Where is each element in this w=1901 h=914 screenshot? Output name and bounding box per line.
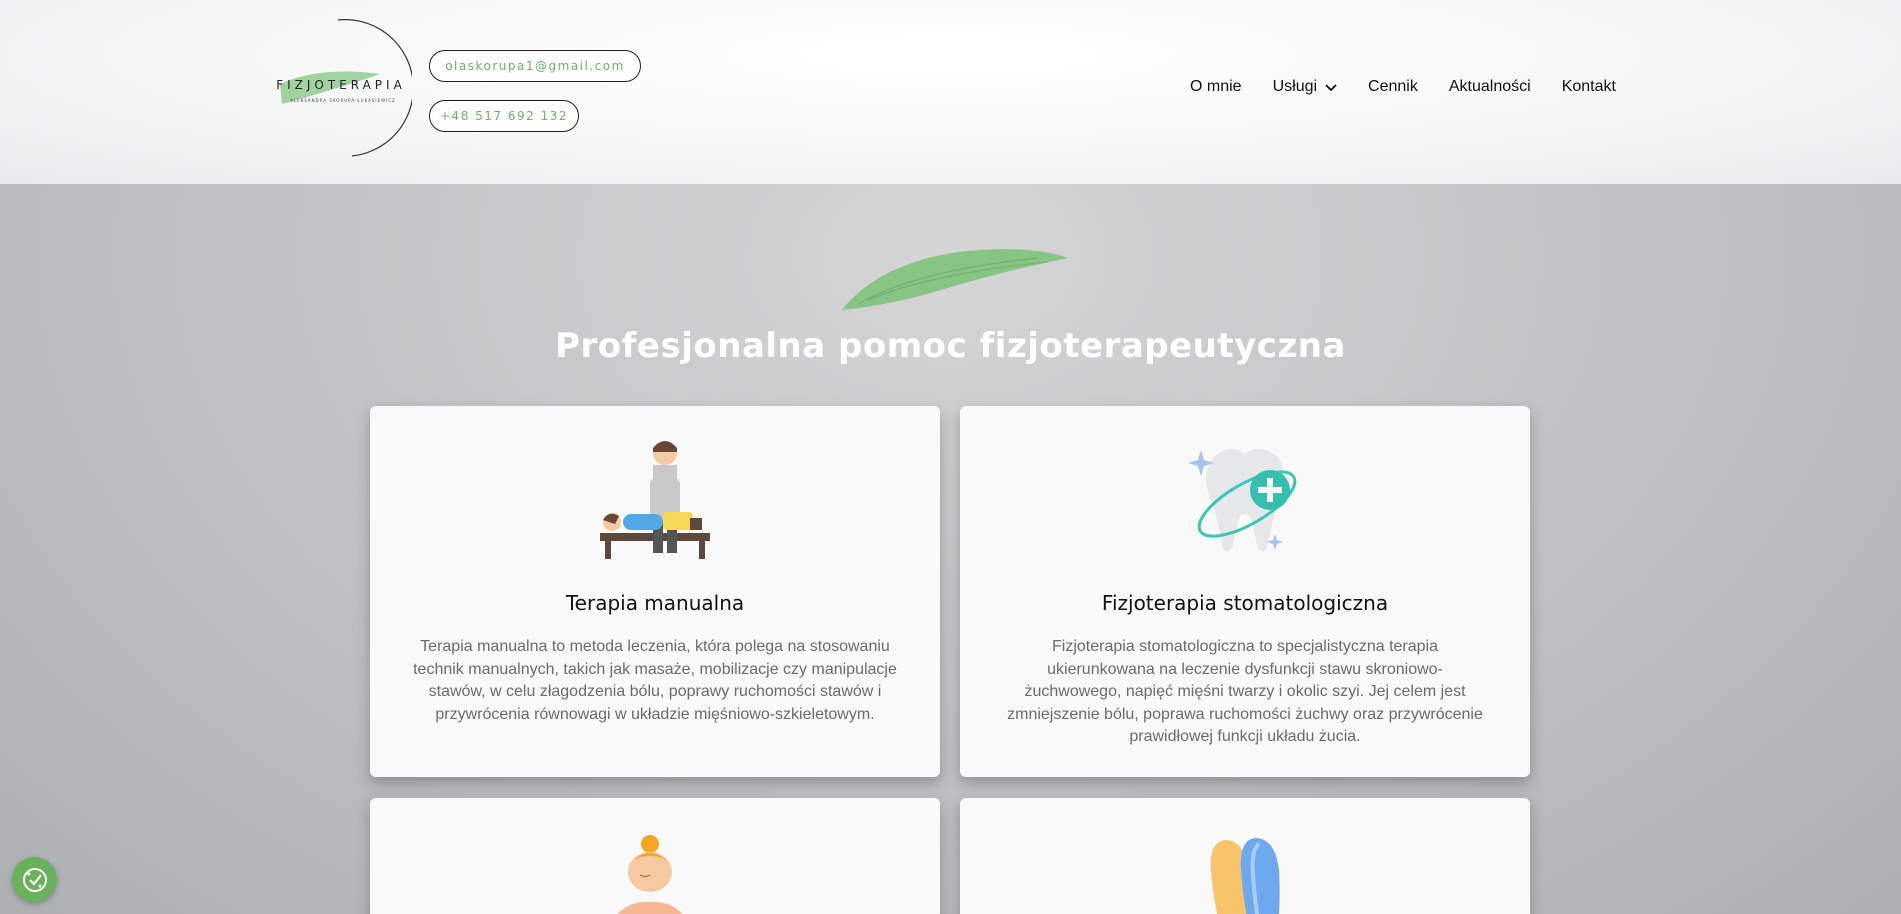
- service-card-dental-physio[interactable]: Fizjoterapia stomatologiczna Fizjoterapi…: [960, 406, 1530, 777]
- site-header: FIZJOTERAPIA ALEKSANDRA SKORUPA-ŁUKASIEW…: [0, 0, 1901, 184]
- nav-label: Aktualności: [1448, 78, 1531, 95]
- service-card-massage[interactable]: [370, 798, 940, 914]
- massage-person-icon: [617, 835, 683, 914]
- email-button[interactable]: olaskorupa1@gmail.com: [429, 50, 641, 82]
- insoles-icon: [1210, 838, 1280, 914]
- logo-title: FIZJOTERAPIA: [276, 78, 406, 92]
- tooth-icon: [1188, 448, 1297, 552]
- phone-button[interactable]: +48 517 692 132: [429, 100, 579, 132]
- hero-title: Profesjonalna pomoc fizjoterapeutyczna: [555, 326, 1346, 366]
- service-card-insoles[interactable]: [960, 798, 1530, 914]
- chevron-down-icon: [1325, 84, 1337, 92]
- main-nav: O mnie Usługi Cennik Aktualności Kontakt: [1190, 78, 1616, 96]
- card-title: Terapia manualna: [565, 591, 745, 615]
- card-text: Terapia manualna to metoda leczenia, któ…: [413, 638, 897, 723]
- nav-item-uslugi[interactable]: Usługi: [1273, 78, 1337, 96]
- card-title: Fizjoterapia stomatologiczna: [1101, 591, 1389, 615]
- cookie-check-icon: [22, 867, 47, 892]
- nav-item-cennik[interactable]: Cennik: [1368, 78, 1418, 96]
- card-text: Fizjoterapia stomatologiczna to specjali…: [1007, 638, 1483, 745]
- nav-label: Usługi: [1272, 78, 1318, 95]
- therapist-icon: [600, 441, 710, 559]
- service-card-manual-therapy[interactable]: Terapia manualna Terapia manualna to met…: [370, 406, 940, 777]
- brush-stroke-decoration: [842, 249, 1068, 310]
- nav-label: Cennik: [1368, 78, 1418, 95]
- nav-label: Kontakt: [1561, 78, 1616, 95]
- nav-item-o-mnie[interactable]: O mnie: [1190, 78, 1242, 96]
- site-logo[interactable]: FIZJOTERAPIA ALEKSANDRA SKORUPA-ŁUKASIEW…: [270, 18, 412, 158]
- logo-subtitle: ALEKSANDRA SKORUPA-ŁUKASIEWICZ: [290, 98, 396, 103]
- cookie-settings-button[interactable]: [12, 857, 57, 902]
- nav-item-kontakt[interactable]: Kontakt: [1562, 78, 1616, 96]
- nav-item-aktualnosci[interactable]: Aktualności: [1449, 78, 1531, 96]
- nav-label: O mnie: [1190, 78, 1242, 95]
